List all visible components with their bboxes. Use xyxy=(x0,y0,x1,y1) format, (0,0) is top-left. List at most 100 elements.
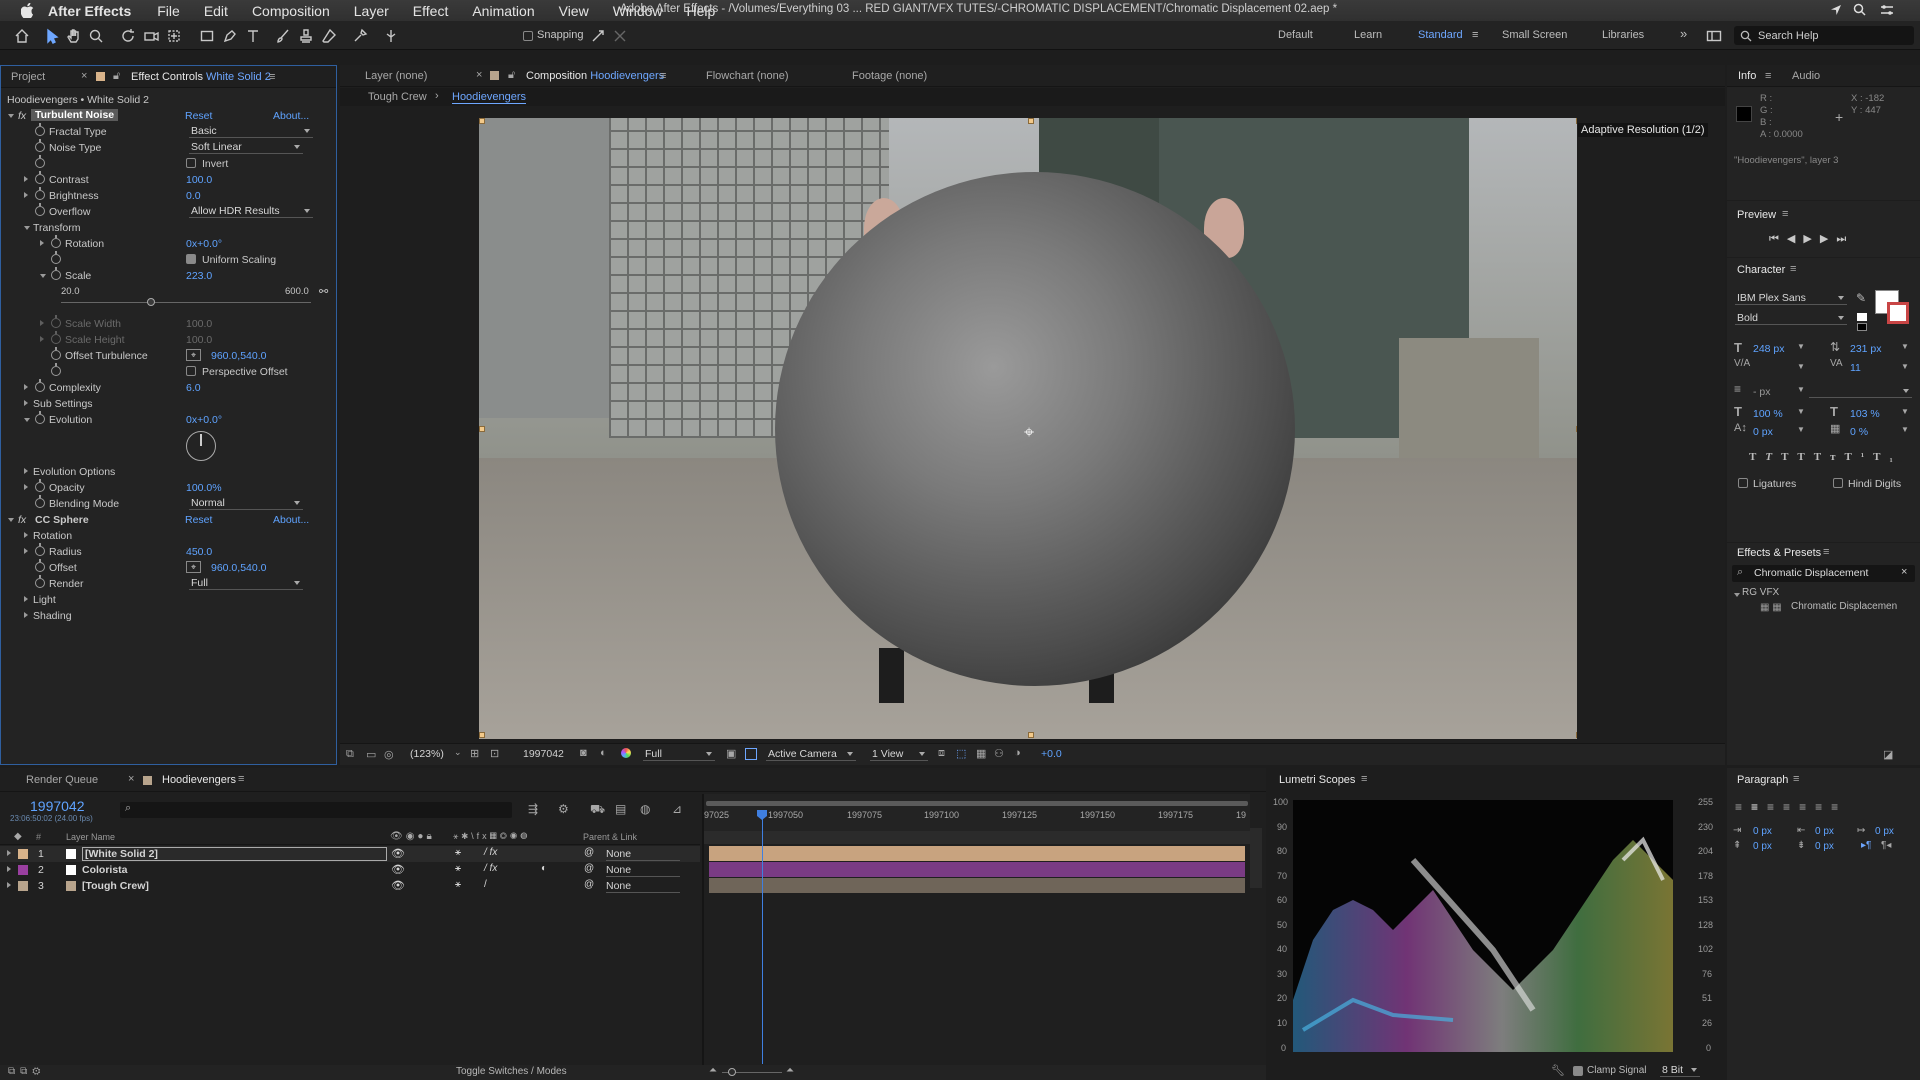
layer-name[interactable]: [Tough Crew] xyxy=(82,880,149,892)
adjustment-switch-icon[interactable]: ◐ xyxy=(541,863,547,874)
default-colors-icon[interactable] xyxy=(1857,313,1867,321)
tab-layer[interactable]: Layer (none) xyxy=(365,70,427,82)
expand-triangle-icon[interactable] xyxy=(24,484,28,490)
current-time-display[interactable]: 1997042 xyxy=(523,748,564,760)
breadcrumb-hoodievengers[interactable]: Hoodievengers xyxy=(452,91,526,104)
stroke-color-swatch[interactable] xyxy=(1887,302,1909,324)
tsume-value[interactable]: 0 % xyxy=(1850,426,1868,438)
align-left-icon[interactable]: ≡ xyxy=(1735,800,1751,814)
mask-visibility-icon[interactable]: ◎ xyxy=(384,748,394,761)
layer-name[interactable]: [White Solid 2] xyxy=(82,847,387,861)
time-ruler[interactable]: 97025 1997050 1997075 1997100 1997125 19… xyxy=(704,794,1250,844)
panel-menu-icon[interactable]: ≡ xyxy=(1782,208,1788,220)
pickwhip-icon[interactable]: @ xyxy=(584,863,594,874)
scale-value[interactable]: 223.0 xyxy=(186,270,212,282)
scale-slider-track[interactable] xyxy=(61,302,311,303)
expand-triangle-icon[interactable] xyxy=(7,882,11,888)
expand-triangle-icon[interactable] xyxy=(24,612,28,618)
offset-turbulence-value[interactable]: 960.0,540.0 xyxy=(211,350,266,362)
tab-composition[interactable]: Composition Hoodievengers xyxy=(526,70,664,82)
bit-depth-dropdown[interactable]: 8 Bit xyxy=(1660,1064,1700,1077)
stopwatch-icon[interactable] xyxy=(35,411,45,424)
panel-resize-icon[interactable]: ◪ xyxy=(1883,748,1893,761)
eyedropper-icon[interactable]: ✎ xyxy=(1856,291,1866,305)
expand-triangle-icon[interactable] xyxy=(1734,593,1740,597)
expand-triangle-icon[interactable] xyxy=(24,176,28,182)
work-area-bar[interactable] xyxy=(706,801,1248,806)
hindi-digits-checkbox[interactable] xyxy=(1833,478,1843,488)
align-right-icon[interactable]: ≡ xyxy=(1767,800,1783,814)
rotation-value[interactable]: 0x+0.0° xyxy=(186,238,222,250)
subscript-icon[interactable]: T₁ xyxy=(1873,451,1902,463)
tab-footage[interactable]: Footage (none) xyxy=(852,70,927,82)
timeline-scrollbar[interactable] xyxy=(1250,828,1262,888)
eraser-tool-icon[interactable] xyxy=(321,28,337,44)
expand-triangle-icon[interactable] xyxy=(40,240,44,246)
layer-handle-tc[interactable] xyxy=(1028,118,1034,124)
play-icon[interactable]: ▶︎ xyxy=(1803,233,1819,245)
panel-menu-icon[interactable]: ≡ xyxy=(1790,263,1796,275)
timeline-layer-row[interactable]: 1 [White Solid 2] 👁︎ ⚹ / fx @ None xyxy=(0,846,700,862)
timeline-icon[interactable]: ▦ xyxy=(976,747,986,760)
menu-composition[interactable]: Composition xyxy=(252,3,330,19)
clamp-signal-checkbox[interactable] xyxy=(1573,1066,1583,1076)
tab-project[interactable]: Project xyxy=(11,71,45,83)
effect-name[interactable]: CC Sphere xyxy=(35,514,89,526)
stopwatch-icon[interactable] xyxy=(35,543,45,556)
indent-first-value[interactable]: 0 px xyxy=(1875,826,1894,837)
layer-label-color[interactable] xyxy=(18,865,28,875)
tab-flowchart[interactable]: Flowchart (none) xyxy=(706,70,789,82)
workspace-panel-icon[interactable] xyxy=(1706,28,1722,44)
always-preview-icon[interactable]: ⧉ xyxy=(346,748,354,761)
about-button[interactable]: About... xyxy=(273,514,309,526)
lock-icon[interactable]: 🔓︎ xyxy=(113,70,120,83)
snapshot-camera-icon[interactable]: ◙ xyxy=(580,747,587,759)
chevron-down-icon[interactable]: ▼ xyxy=(1797,362,1805,371)
justify-all-icon[interactable]: ≡ xyxy=(1831,800,1847,814)
transparency-grid-icon[interactable] xyxy=(745,748,757,760)
effects-search-field[interactable]: ⌕ Chromatic Displacement × xyxy=(1732,565,1915,582)
stopwatch-icon[interactable] xyxy=(35,495,45,508)
tab-info[interactable]: Info xyxy=(1738,70,1756,82)
chevron-down-icon[interactable]: ▼ xyxy=(1901,342,1909,351)
region-of-interest-icon[interactable]: ⊡ xyxy=(490,747,499,760)
search-help-field[interactable]: Search Help xyxy=(1734,26,1914,45)
align-center-icon[interactable]: ≡ xyxy=(1751,800,1767,814)
scale-slider-thumb[interactable] xyxy=(147,298,155,306)
reset-button[interactable]: Reset xyxy=(185,110,212,122)
stopwatch-icon[interactable] xyxy=(35,479,45,492)
panel-menu-icon[interactable]: ≡ xyxy=(1823,546,1829,558)
breadcrumb-tough-crew[interactable]: Tough Crew xyxy=(368,91,427,103)
expand-triangle-icon[interactable] xyxy=(24,384,28,390)
layer-handle-tl[interactable] xyxy=(479,118,485,124)
layer-duration-bar[interactable] xyxy=(709,862,1245,877)
layer-name-column-header[interactable]: Layer Name xyxy=(66,832,115,842)
zoom-chevron-icon[interactable]: ⌄ xyxy=(454,747,462,758)
next-frame-icon[interactable]: ▶︎ xyxy=(1820,233,1836,245)
panel-menu-icon[interactable]: ≡ xyxy=(238,773,244,785)
home-icon[interactable] xyxy=(14,28,30,44)
invert-checkbox[interactable] xyxy=(186,158,196,168)
panel-menu-icon[interactable]: ≡ xyxy=(1793,773,1799,785)
composition-viewer[interactable]: ⌖ xyxy=(479,118,1583,739)
offset-value[interactable]: 960.0,540.0 xyxy=(211,562,266,574)
menu-file[interactable]: File xyxy=(157,3,180,19)
brightness-value[interactable]: 0.0 xyxy=(186,190,201,202)
rtl-direction-icon[interactable]: ¶◂ xyxy=(1881,840,1891,851)
rotation-tool-icon[interactable] xyxy=(120,28,136,44)
snap-features-icon[interactable] xyxy=(612,28,628,44)
crosshair-icon[interactable]: ⌖ xyxy=(186,561,201,573)
cc-sphere-layer[interactable] xyxy=(775,172,1295,686)
workspace-learn[interactable]: Learn xyxy=(1354,29,1382,41)
effect-name[interactable]: Turbulent Noise xyxy=(31,109,119,121)
resolution-dropdown[interactable]: Full xyxy=(643,748,715,761)
shy-switch-icon[interactable]: ⚹ xyxy=(455,863,461,874)
evolution-dial[interactable] xyxy=(186,431,216,461)
snap-edges-icon[interactable] xyxy=(590,28,606,44)
expand-triangle-icon[interactable] xyxy=(24,596,28,602)
graph-editor-icon[interactable]: ⊿ xyxy=(672,802,682,816)
stopwatch-icon[interactable] xyxy=(35,575,45,588)
first-frame-icon[interactable]: ⏮ xyxy=(1769,233,1787,245)
stopwatch-icon[interactable] xyxy=(35,123,45,136)
clear-search-icon[interactable]: × xyxy=(1901,566,1907,578)
